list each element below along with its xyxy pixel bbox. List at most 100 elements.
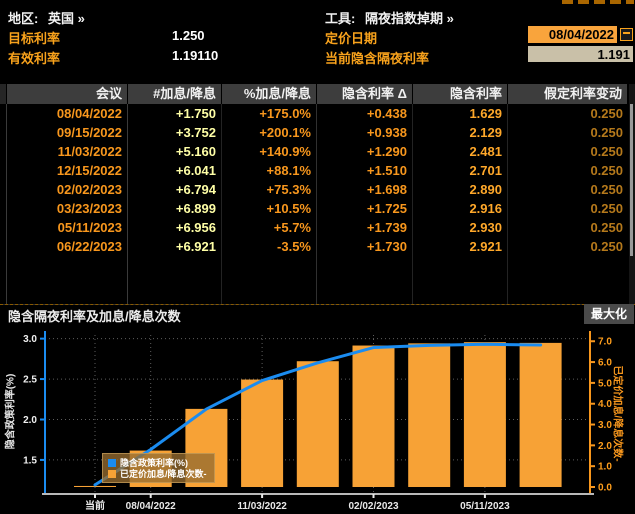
x-tick-label: 08/04/2022 xyxy=(126,501,176,512)
table-header-row: 会议#加息/降息%加息/降息隐含利率 Δ隐含利率假定利率变动 xyxy=(0,84,628,104)
table-cell: +1.739 xyxy=(317,218,413,237)
chart-plot[interactable]: 1.52.02.53.00.01.02.03.04.05.06.07.0当前08… xyxy=(0,324,635,514)
empty-cell xyxy=(508,256,628,304)
table-cell: +1.730 xyxy=(317,237,413,256)
left-tick-label: 2.5 xyxy=(23,375,37,386)
region-select[interactable]: 英国 » xyxy=(48,8,85,27)
table-cell: 0.250 xyxy=(508,199,628,218)
row-gutter xyxy=(0,161,7,180)
table-row[interactable]: 08/04/2022+1.750+175.0%+0.4381.6290.250 xyxy=(0,104,628,123)
pricing-date-label: 定价日期 xyxy=(325,28,377,47)
table-scrollbar-thumb[interactable] xyxy=(630,104,633,256)
table-cell: 2.481 xyxy=(413,142,508,161)
left-tick-label: 1.5 xyxy=(23,455,37,466)
table-cell: +0.438 xyxy=(317,104,413,123)
table-cell: +1.290 xyxy=(317,142,413,161)
table-cell: +5.7% xyxy=(222,218,317,237)
table-cell: +5.160 xyxy=(128,142,222,161)
table-cell: 2.930 xyxy=(413,218,508,237)
calendar-icon[interactable] xyxy=(620,28,633,41)
table-cell: +6.921 xyxy=(128,237,222,256)
table-cell: 0.250 xyxy=(508,237,628,256)
wirp-window: 地区: 英国 » 工具: 隔夜指数掉期 » 目标利率 1.250 定价日期 08… xyxy=(0,0,635,514)
legend-swatch-icon xyxy=(108,459,116,467)
chart-title: 隐含隔夜利率及加息/降息次数 xyxy=(8,306,181,325)
right-tick-label: 1.0 xyxy=(598,462,612,473)
left-axis-title: 隐含政策利率(%) xyxy=(2,353,17,471)
table-cell: 08/04/2022 xyxy=(7,104,128,123)
table-cell: 1.629 xyxy=(413,104,508,123)
table-cell: 09/15/2022 xyxy=(7,123,128,142)
column-header: %加息/降息 xyxy=(222,84,317,104)
empty-cell xyxy=(7,256,128,304)
bar xyxy=(464,342,506,487)
maximize-button[interactable]: 最大化 xyxy=(584,304,634,324)
column-header: 隐含利率 xyxy=(413,84,508,104)
table-header-gutter xyxy=(0,84,7,104)
table-cell: +3.752 xyxy=(128,123,222,142)
implied-overnight-label: 当前隐含隔夜利率 xyxy=(325,48,429,67)
tool-select[interactable]: 隔夜指数掉期 » xyxy=(365,8,454,27)
table-empty-area xyxy=(0,256,628,305)
row-gutter xyxy=(0,218,7,237)
table-cell: 2.921 xyxy=(413,237,508,256)
row-gutter xyxy=(0,180,7,199)
table-row[interactable]: 06/22/2023+6.921-3.5%+1.7302.9210.250 xyxy=(0,237,628,256)
column-header: 隐含利率 Δ xyxy=(317,84,413,104)
meetings-table: 会议#加息/降息%加息/降息隐含利率 Δ隐含利率假定利率变动08/04/2022… xyxy=(0,84,628,305)
row-gutter xyxy=(0,142,7,161)
row-gutter xyxy=(0,199,7,218)
table-cell: +200.1% xyxy=(222,123,317,142)
table-cell: 05/11/2023 xyxy=(7,218,128,237)
table-row[interactable]: 03/23/2023+6.899+10.5%+1.7252.9160.250 xyxy=(0,199,628,218)
bar xyxy=(520,343,562,487)
tool-label: 工具: xyxy=(325,8,355,27)
clipped-text-fragment xyxy=(562,0,634,4)
bar xyxy=(297,361,339,487)
empty-cell xyxy=(222,256,317,304)
table-cell: 11/03/2022 xyxy=(7,142,128,161)
table-cell: +6.794 xyxy=(128,180,222,199)
target-rate-value: 1.250 xyxy=(172,28,205,43)
bar xyxy=(241,380,283,487)
pricing-date-input[interactable]: 08/04/2022 xyxy=(528,26,617,43)
bar xyxy=(408,343,450,487)
table-cell: +175.0% xyxy=(222,104,317,123)
table-cell: 0.250 xyxy=(508,218,628,237)
table-cell: +6.956 xyxy=(128,218,222,237)
row-gutter xyxy=(0,104,7,123)
table-cell: 0.250 xyxy=(508,123,628,142)
table-cell: +1.750 xyxy=(128,104,222,123)
table-cell: +6.899 xyxy=(128,199,222,218)
table-row[interactable]: 12/15/2022+6.041+88.1%+1.5102.7010.250 xyxy=(0,161,628,180)
bar xyxy=(353,346,395,487)
table-cell: 12/15/2022 xyxy=(7,161,128,180)
right-tick-label: 4.0 xyxy=(598,399,612,410)
table-cell: 2.129 xyxy=(413,123,508,142)
table-row[interactable]: 02/02/2023+6.794+75.3%+1.6982.8900.250 xyxy=(0,180,628,199)
effective-rate-label: 有效利率 xyxy=(8,48,60,67)
empty-cell xyxy=(128,256,222,304)
empty-cell xyxy=(317,256,413,304)
legend-item: 已定价加息/降息次数- xyxy=(108,468,207,479)
table-row[interactable]: 05/11/2023+6.956+5.7%+1.7392.9300.250 xyxy=(0,218,628,237)
right-tick-label: 7.0 xyxy=(598,337,612,348)
table-row[interactable]: 09/15/2022+3.752+200.1%+0.9382.1290.250 xyxy=(0,123,628,142)
row-gutter xyxy=(0,123,7,142)
x-tick-label: 当前 xyxy=(85,499,105,512)
region-label: 地区: xyxy=(8,8,38,27)
table-row[interactable]: 11/03/2022+5.160+140.9%+1.2902.4810.250 xyxy=(0,142,628,161)
right-axis-title: 已定价加息/降息次数- xyxy=(612,344,627,484)
table-cell: +0.938 xyxy=(317,123,413,142)
table-cell: 0.250 xyxy=(508,104,628,123)
implied-overnight-value-field[interactable]: 1.191 xyxy=(528,46,633,62)
table-cell: 2.916 xyxy=(413,199,508,218)
table-cell: 2.890 xyxy=(413,180,508,199)
table-cell: 2.701 xyxy=(413,161,508,180)
right-tick-label: 3.0 xyxy=(598,420,612,431)
effective-rate-value: 1.19110 xyxy=(172,48,218,63)
right-tick-label: 5.0 xyxy=(598,378,612,389)
table-cell: 06/22/2023 xyxy=(7,237,128,256)
table-cell: +88.1% xyxy=(222,161,317,180)
table-cell: 03/23/2023 xyxy=(7,199,128,218)
